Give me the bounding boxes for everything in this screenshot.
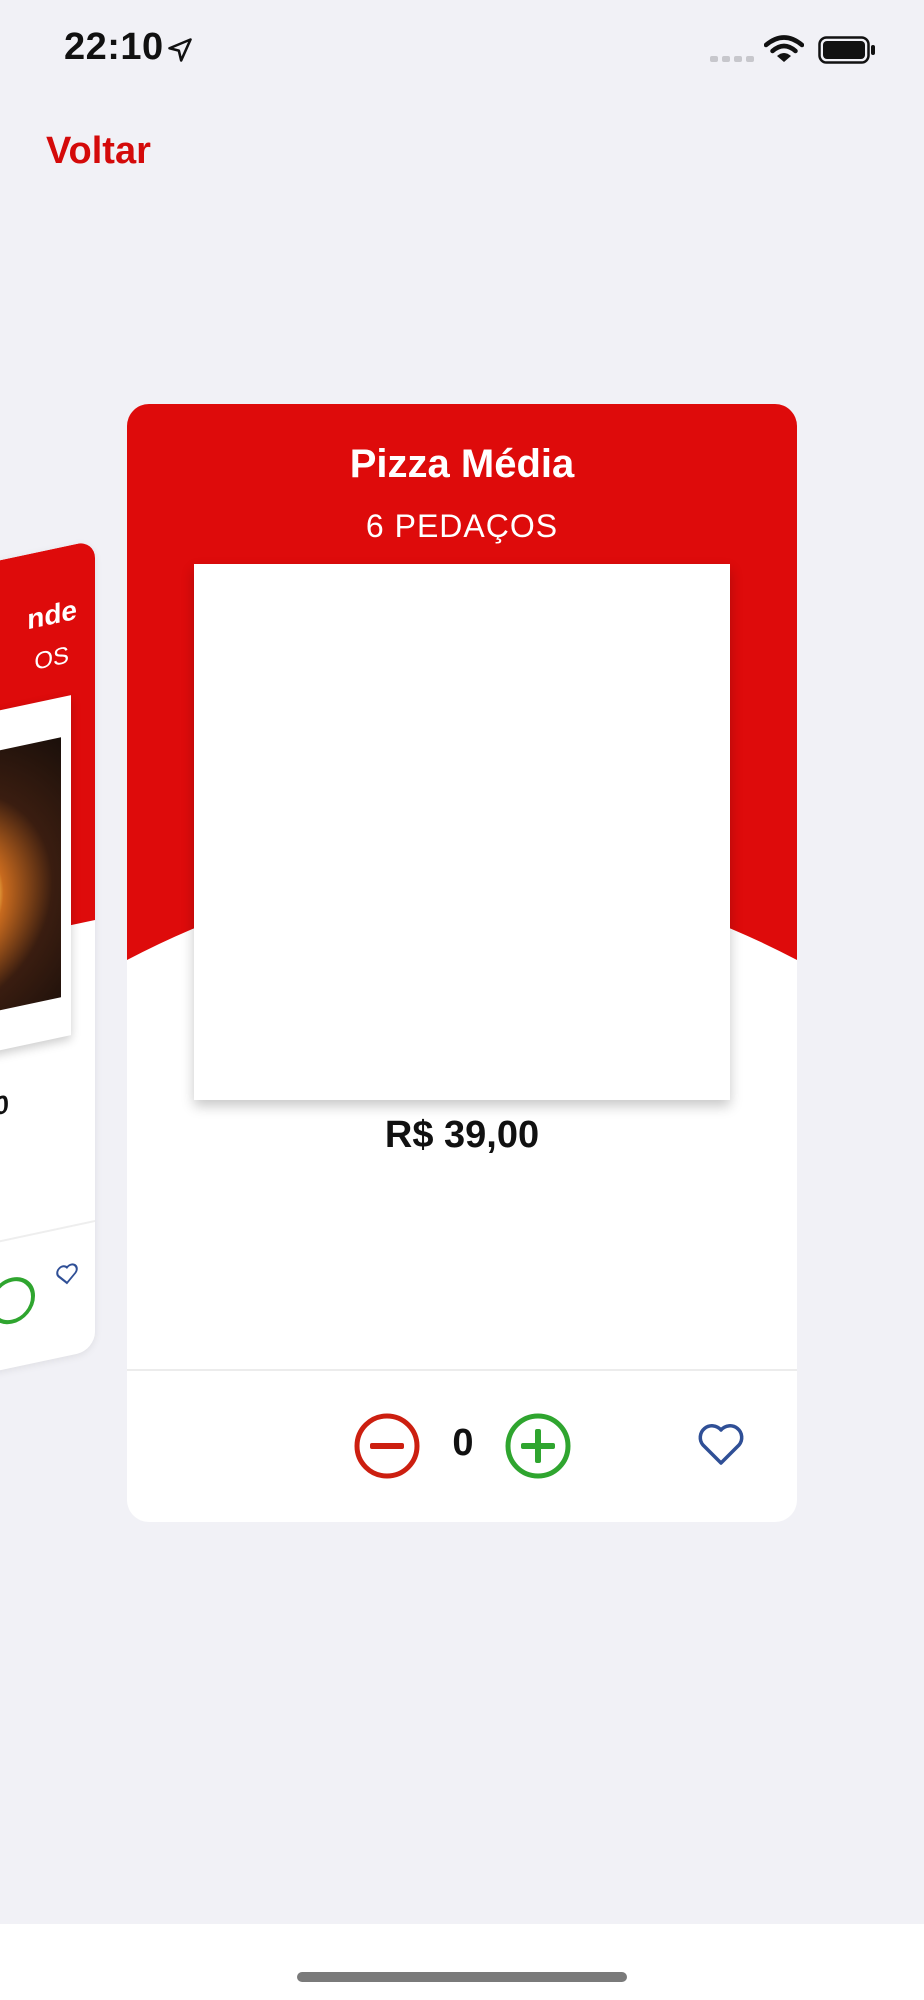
- product-image: [194, 564, 730, 1100]
- plus-circle-icon[interactable]: [504, 1412, 572, 1480]
- heart-icon[interactable]: [697, 1421, 745, 1467]
- location-arrow-icon: [168, 38, 192, 62]
- side-card-image: [0, 695, 71, 1087]
- wifi-icon: [764, 35, 804, 62]
- battery-icon: [818, 36, 875, 64]
- back-button[interactable]: Voltar: [46, 130, 151, 173]
- side-heart-icon[interactable]: [55, 1259, 79, 1288]
- side-product-card[interactable]: nde OS 0: [0, 540, 95, 1422]
- pizza-photo: [0, 737, 61, 1044]
- minus-circle-icon[interactable]: [353, 1412, 421, 1480]
- status-bar: 22:10: [0, 0, 924, 100]
- side-card-price: 0: [0, 1088, 9, 1122]
- product-price: R$ 39,00: [384, 1114, 540, 1156]
- side-plus-icon[interactable]: [0, 1272, 35, 1329]
- cellular-signal-icon: [710, 56, 754, 62]
- card-divider: [127, 1369, 797, 1371]
- home-indicator[interactable]: [297, 1972, 627, 1982]
- home-indicator-area: [0, 1924, 924, 2000]
- product-card: Pizza Média 6 PEDAÇOS R$ 39,00 0: [127, 404, 797, 1522]
- status-time: 22:10: [64, 26, 164, 68]
- quantity-value: 0: [452, 1422, 474, 1464]
- product-title: Pizza Média: [349, 442, 575, 486]
- product-subtitle: 6 PEDAÇOS: [365, 508, 559, 544]
